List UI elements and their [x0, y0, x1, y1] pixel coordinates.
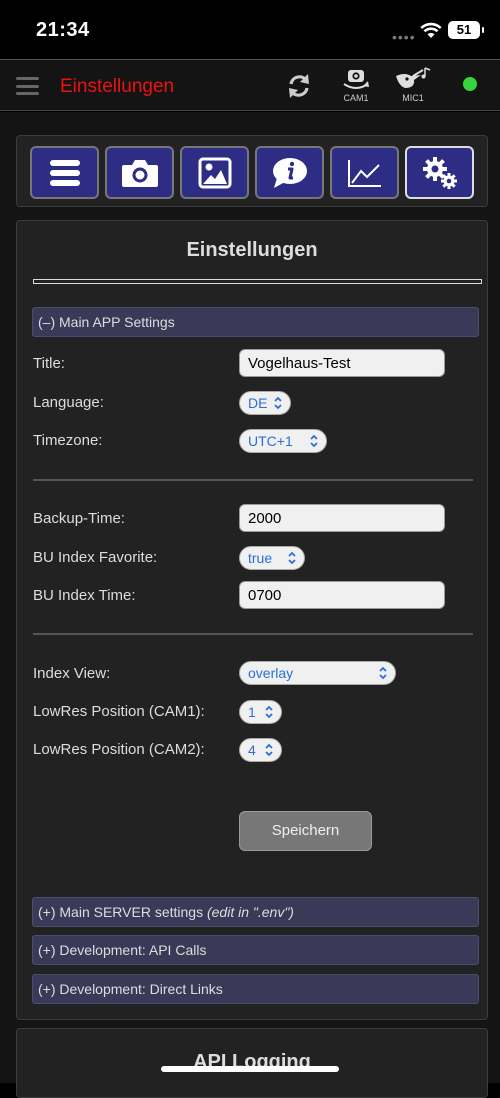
- image-button[interactable]: [180, 146, 249, 199]
- bu-index-favorite-select[interactable]: true: [239, 546, 305, 570]
- wifi-icon: [420, 22, 442, 38]
- mic-button[interactable]: MIC1: [393, 66, 433, 103]
- settings-panel: Einstellungen (–) Main APP Settings Titl…: [16, 220, 488, 1020]
- status-time: 21:34: [36, 19, 90, 41]
- menu-icon[interactable]: [16, 77, 39, 95]
- title-rule: [33, 279, 482, 284]
- bu-index-favorite-value: true: [248, 550, 273, 566]
- api-calls-header[interactable]: (+) Development: API Calls: [32, 935, 479, 965]
- chevron-updown-icon: [274, 396, 282, 410]
- chevron-updown-icon: [288, 551, 296, 565]
- page-content: Einstellungen (–) Main APP Settings Titl…: [0, 112, 500, 1098]
- divider: [33, 479, 473, 481]
- timezone-value: UTC+1: [248, 433, 293, 449]
- save-button[interactable]: Speichern: [239, 811, 372, 851]
- signal-dots-icon: ••••: [392, 29, 416, 45]
- home-indicator[interactable]: [161, 1066, 339, 1072]
- camera-icon: [121, 159, 158, 187]
- cam-button[interactable]: CAM1: [338, 66, 374, 103]
- chevron-updown-icon: [265, 743, 273, 757]
- language-select[interactable]: DE: [239, 391, 291, 415]
- divider: [33, 633, 473, 635]
- index-view-label: Index View:: [33, 665, 111, 682]
- index-view-value: overlay: [248, 665, 294, 681]
- camera-switch-icon: [343, 70, 369, 89]
- title-input[interactable]: [239, 349, 445, 377]
- icon-toolbar: [16, 135, 488, 207]
- direct-links-header[interactable]: (+) Development: Direct Links: [32, 974, 479, 1004]
- bu-index-time-label: BU Index Time:: [33, 587, 136, 604]
- mic-label: MIC1: [402, 93, 424, 103]
- bu-index-favorite-label: BU Index Favorite:: [33, 549, 158, 566]
- page-title: Einstellungen: [60, 76, 175, 97]
- lowres-cam2-select[interactable]: 4: [239, 738, 282, 762]
- lowres-cam2-label: LowRes Position (CAM2):: [33, 741, 205, 758]
- index-view-select[interactable]: overlay: [239, 661, 396, 685]
- status-bar: 21:34 •••• 51: [0, 0, 500, 58]
- battery-icon: 51: [448, 21, 484, 39]
- chart-icon: [347, 159, 381, 187]
- backup-time-input[interactable]: [239, 504, 445, 532]
- info-icon: [272, 157, 307, 188]
- chevron-updown-icon: [379, 666, 387, 680]
- cam-label: CAM1: [343, 93, 369, 103]
- server-settings-label: (+) Main SERVER settings: [38, 904, 207, 920]
- timezone-label: Timezone:: [33, 432, 103, 449]
- chart-button[interactable]: [330, 146, 399, 199]
- language-label: Language:: [33, 394, 104, 411]
- top-nav: Einstellungen CAM1 MIC1: [0, 59, 500, 111]
- image-icon: [198, 157, 231, 188]
- bu-index-time-input[interactable]: [239, 581, 445, 609]
- title-label: Title:: [33, 355, 65, 372]
- camera-button[interactable]: [105, 146, 174, 199]
- chevron-updown-icon: [265, 705, 273, 719]
- server-settings-note: (edit in ".env"): [206, 904, 294, 920]
- main-app-settings-header[interactable]: (–) Main APP Settings: [32, 307, 479, 337]
- api-logging-panel: API Logging: [16, 1028, 488, 1098]
- lowres-cam1-select[interactable]: 1: [239, 700, 282, 724]
- reload-icon[interactable]: [284, 71, 314, 101]
- list-button[interactable]: [30, 146, 99, 199]
- gears-icon: [422, 156, 457, 189]
- settings-title: Einstellungen: [186, 239, 318, 261]
- connection-status-indicator: [463, 77, 477, 91]
- settings-button[interactable]: [405, 146, 474, 199]
- server-settings-header[interactable]: (+) Main SERVER settings (edit in ".env"…: [32, 897, 479, 927]
- chevron-updown-icon: [310, 434, 318, 448]
- backup-time-label: Backup-Time:: [33, 510, 125, 527]
- timezone-select[interactable]: UTC+1: [239, 429, 327, 453]
- lowres-cam1-value: 1: [248, 704, 256, 720]
- lowres-cam2-value: 4: [248, 742, 256, 758]
- lowres-cam1-label: LowRes Position (CAM1):: [33, 703, 205, 720]
- bird-music-icon: [396, 67, 431, 88]
- list-icon: [49, 159, 80, 186]
- info-button[interactable]: [255, 146, 324, 199]
- language-value: DE: [248, 395, 268, 411]
